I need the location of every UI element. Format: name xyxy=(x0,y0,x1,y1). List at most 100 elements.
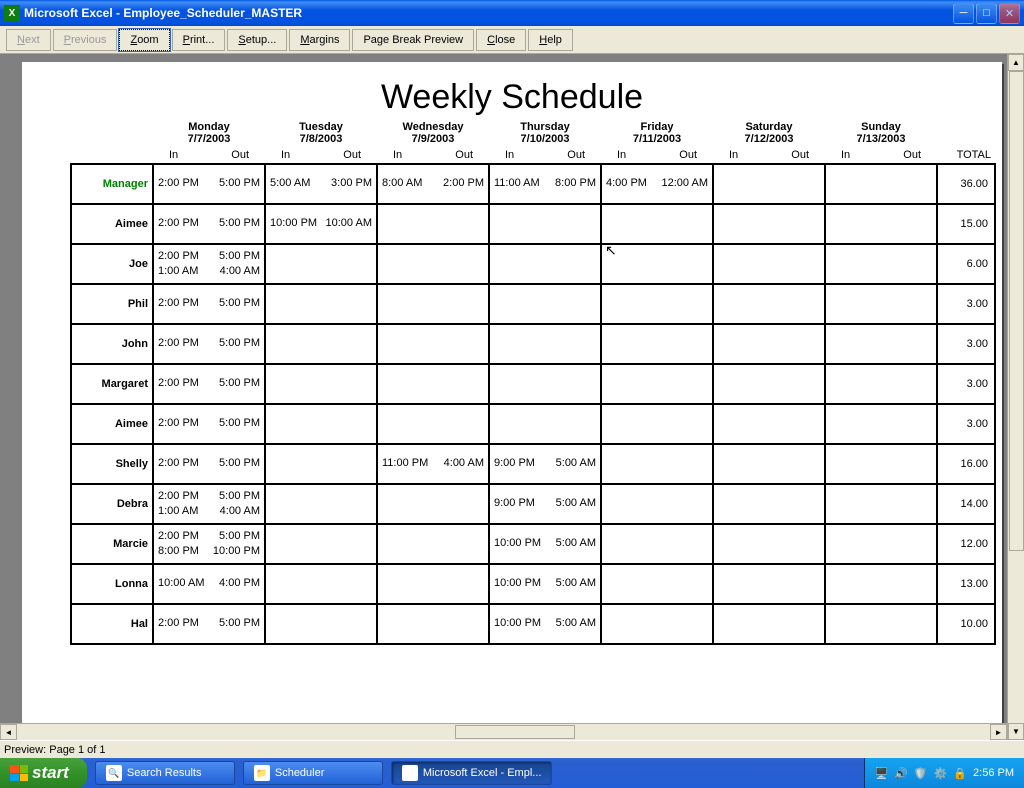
windows-logo-icon xyxy=(10,765,28,781)
print-button[interactable]: Print... xyxy=(172,29,226,51)
status-bar: Preview: Page 1 of 1 xyxy=(0,740,1024,758)
shift-cell xyxy=(265,564,377,604)
total-cell: 12.00 xyxy=(937,524,995,564)
total-cell: 13.00 xyxy=(937,564,995,604)
employee-name: John xyxy=(71,324,153,364)
shift-cell xyxy=(489,404,601,444)
shift-cell xyxy=(601,484,713,524)
table-row: Aimee2:00 PM5:00 PM3.00 xyxy=(71,404,995,444)
vertical-scrollbar[interactable]: ▲ ▼ xyxy=(1007,54,1024,740)
shift-cell xyxy=(265,244,377,284)
shift-cell xyxy=(713,324,825,364)
employee-name: Phil xyxy=(71,284,153,324)
scroll-down-icon[interactable]: ▼ xyxy=(1008,723,1024,740)
window-titlebar: X Microsoft Excel - Employee_Scheduler_M… xyxy=(0,0,1024,26)
shift-cell xyxy=(713,204,825,244)
shift-cell xyxy=(713,484,825,524)
table-row: Manager2:00 PM5:00 PM5:00 AM3:00 PM8:00 … xyxy=(71,164,995,204)
help-button[interactable]: Help xyxy=(528,29,573,51)
tray-icon[interactable]: 🛡️ xyxy=(914,767,928,780)
tray-icon[interactable]: 🔊 xyxy=(894,767,908,780)
shift-cell xyxy=(377,324,489,364)
next-button[interactable]: Next xyxy=(6,29,51,51)
minimize-button[interactable]: ─ xyxy=(953,3,974,24)
taskbar-item-label: Microsoft Excel - Empl... xyxy=(423,767,542,779)
inout-header: InOut xyxy=(713,147,825,164)
date-header: 7/7/2003 xyxy=(153,133,265,147)
shift-cell xyxy=(377,484,489,524)
shift-cell xyxy=(601,364,713,404)
shift-cell xyxy=(377,524,489,564)
scroll-right-icon[interactable]: ► xyxy=(990,724,1007,740)
date-header: 7/10/2003 xyxy=(489,133,601,147)
shift-cell: 2:00 PM5:00 PM xyxy=(153,444,265,484)
horizontal-scrollbar[interactable]: ◄ ► xyxy=(0,723,1007,740)
close-preview-button[interactable]: Close xyxy=(476,29,526,51)
table-row: John2:00 PM5:00 PM3.00 xyxy=(71,324,995,364)
total-cell: 36.00 xyxy=(937,164,995,204)
shift-cell xyxy=(713,284,825,324)
shift-cell xyxy=(825,524,937,564)
date-header: 7/9/2003 xyxy=(377,133,489,147)
shift-cell xyxy=(601,324,713,364)
shift-cell xyxy=(713,524,825,564)
shift-cell xyxy=(265,484,377,524)
shift-cell: 2:00 PM5:00 PM xyxy=(153,404,265,444)
shift-cell xyxy=(265,444,377,484)
taskbar-item[interactable]: 📁 Scheduler xyxy=(243,761,383,785)
inout-header: InOut xyxy=(265,147,377,164)
previous-button[interactable]: Previous xyxy=(53,29,118,51)
shift-cell: 10:00 PM5:00 AM xyxy=(489,564,601,604)
employee-name: Hal xyxy=(71,604,153,644)
employee-name: Margaret xyxy=(71,364,153,404)
tray-icon[interactable]: 🔒 xyxy=(953,767,967,780)
total-cell: 15.00 xyxy=(937,204,995,244)
system-tray[interactable]: 🖥️ 🔊 🛡️ ⚙️ 🔒 2:56 PM xyxy=(864,758,1024,788)
table-row: Lonna10:00 AM4:00 PM10:00 PM5:00 AM13.00 xyxy=(71,564,995,604)
scroll-up-icon[interactable]: ▲ xyxy=(1008,54,1024,71)
day-header: Saturday xyxy=(713,119,825,133)
shift-cell xyxy=(601,204,713,244)
employee-name: Marcie xyxy=(71,524,153,564)
start-button[interactable]: start xyxy=(0,758,87,788)
zoom-button[interactable]: Zoom xyxy=(119,29,169,51)
tray-clock[interactable]: 2:56 PM xyxy=(973,767,1014,779)
inout-header: InOut xyxy=(377,147,489,164)
scrollbar-thumb-h[interactable] xyxy=(455,725,575,739)
shift-cell: 2:00 PM5:00 PM xyxy=(153,284,265,324)
shift-cell xyxy=(713,444,825,484)
date-header: 7/11/2003 xyxy=(601,133,713,147)
tray-icon[interactable]: 🖥️ xyxy=(875,767,889,780)
margins-button[interactable]: Margins xyxy=(289,29,350,51)
taskbar-item[interactable]: 🔍 Search Results xyxy=(95,761,235,785)
setup-button[interactable]: Setup... xyxy=(227,29,287,51)
taskbar-item-icon: X xyxy=(402,765,418,781)
shift-cell xyxy=(601,524,713,564)
shift-cell xyxy=(377,564,489,604)
shift-cell xyxy=(825,484,937,524)
windows-taskbar: start 🔍 Search Results 📁 Scheduler X Mic… xyxy=(0,758,1024,788)
total-cell: 3.00 xyxy=(937,404,995,444)
maximize-button[interactable]: □ xyxy=(976,3,997,24)
print-preview-area[interactable]: Weekly Schedule MondayTuesdayWednesdayTh… xyxy=(0,54,1024,740)
shift-cell xyxy=(825,244,937,284)
tray-icon[interactable]: ⚙️ xyxy=(934,767,948,780)
shift-cell: 2:00 PM5:00 PM8:00 PM10:00 PM xyxy=(153,524,265,564)
shift-cell xyxy=(825,364,937,404)
close-button[interactable]: ✕ xyxy=(999,3,1020,24)
shift-cell xyxy=(265,404,377,444)
shift-cell: 2:00 PM5:00 PM xyxy=(153,324,265,364)
scrollbar-thumb[interactable] xyxy=(1009,71,1024,551)
scroll-left-icon[interactable]: ◄ xyxy=(0,724,17,740)
inout-header: InOut xyxy=(601,147,713,164)
shift-cell xyxy=(489,364,601,404)
schedule-table: MondayTuesdayWednesdayThursdayFridaySatu… xyxy=(70,119,996,645)
shift-cell xyxy=(265,604,377,644)
employee-name: Manager xyxy=(71,164,153,204)
taskbar-item[interactable]: X Microsoft Excel - Empl... xyxy=(391,761,553,785)
inout-header: InOut xyxy=(825,147,937,164)
excel-icon: X xyxy=(4,5,20,21)
shift-cell: 9:00 PM5:00 AM xyxy=(489,484,601,524)
page-break-preview-button[interactable]: Page Break Preview xyxy=(352,29,474,51)
shift-cell xyxy=(825,324,937,364)
